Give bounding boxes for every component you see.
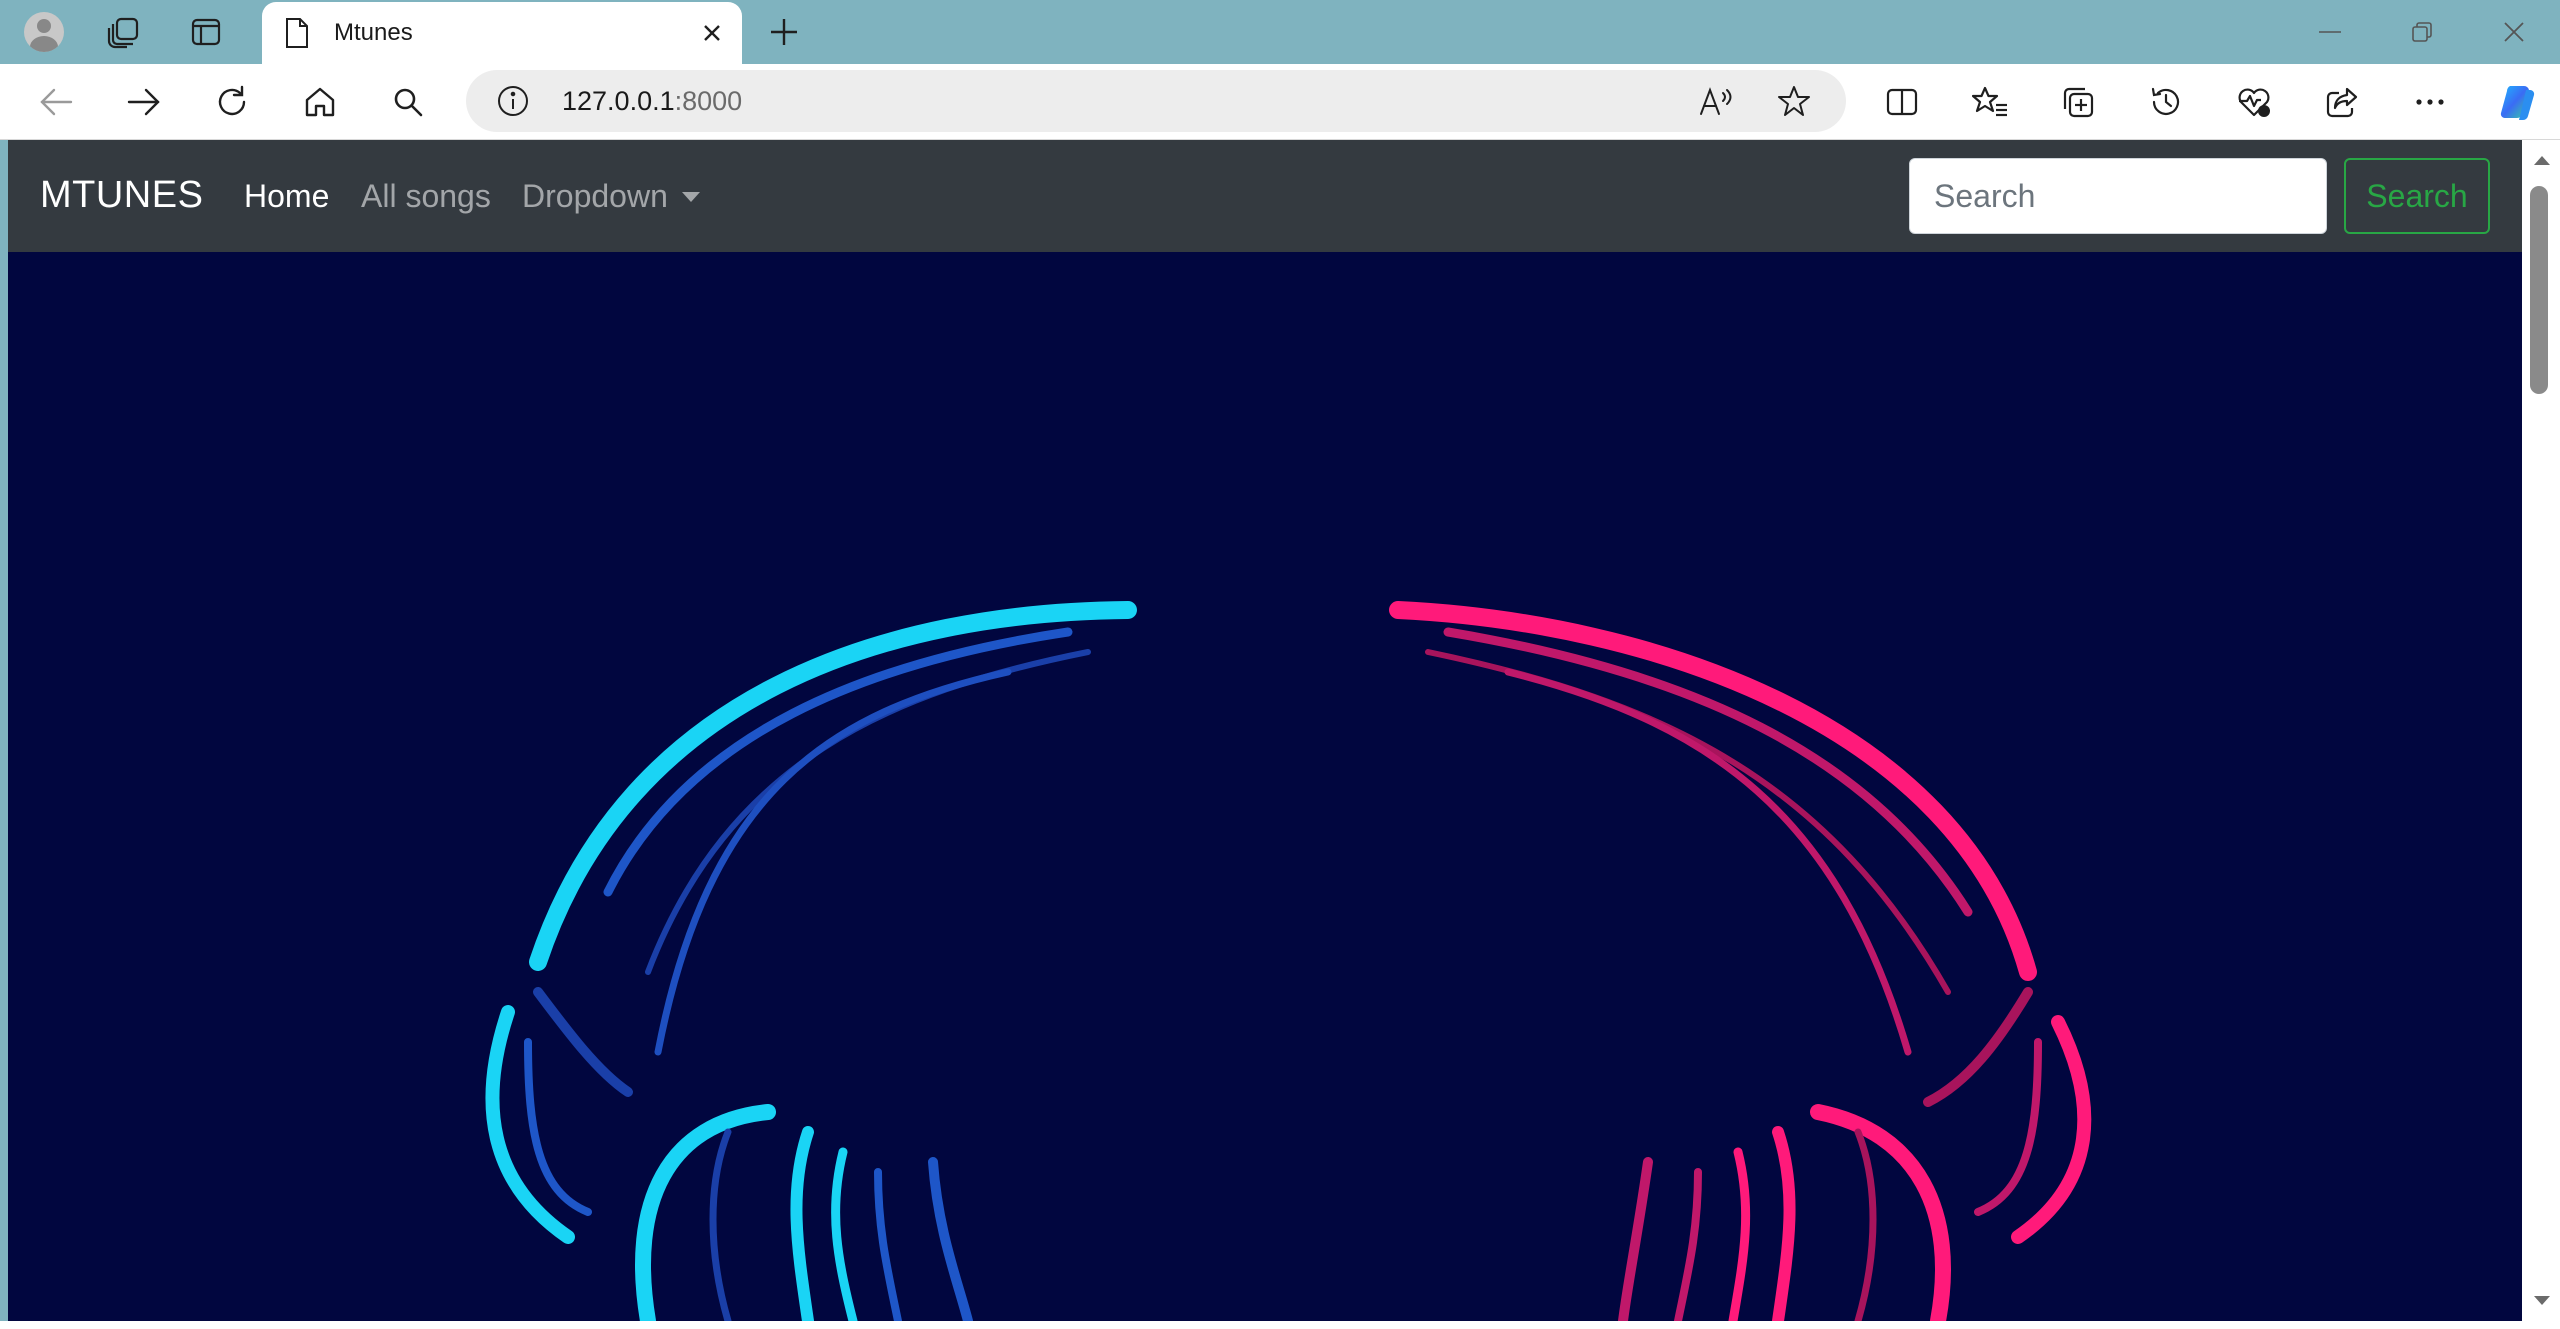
browser-toolbar: 127.0.0.1:8000 xyxy=(0,64,2560,140)
nav-link-home[interactable]: Home xyxy=(244,178,329,215)
search-icon xyxy=(394,88,423,117)
site-search-input[interactable] xyxy=(1909,158,2327,234)
share-button[interactable] xyxy=(2318,78,2366,126)
page-scrollbar[interactable] xyxy=(2522,140,2560,1329)
scroll-down-arrow-icon[interactable] xyxy=(2534,1296,2550,1305)
search-tool-button[interactable] xyxy=(384,78,432,126)
collections-button[interactable] xyxy=(2054,78,2102,126)
minimize-icon xyxy=(2319,31,2341,33)
heart-pulse-icon xyxy=(2238,88,2270,117)
copilot-button[interactable] xyxy=(2494,78,2542,126)
favorites-button[interactable] xyxy=(1966,78,2014,126)
read-aloud-icon xyxy=(1700,87,1732,115)
split-screen-button[interactable] xyxy=(1878,78,1926,126)
history-button[interactable] xyxy=(2142,78,2190,126)
add-favorite-button[interactable] xyxy=(1774,81,1814,121)
read-aloud-button[interactable] xyxy=(1696,82,1736,122)
more-button[interactable] xyxy=(2406,78,2454,126)
home-button[interactable] xyxy=(296,78,344,126)
performance-button[interactable] xyxy=(2230,78,2278,126)
browser-tab[interactable]: Mtunes xyxy=(262,2,742,64)
title-bar: Mtunes xyxy=(0,0,2560,64)
url-text[interactable]: 127.0.0.1:8000 xyxy=(562,86,742,117)
refresh-icon xyxy=(218,85,246,116)
tab-actions-icon xyxy=(191,18,221,46)
scroll-up-arrow-icon[interactable] xyxy=(2534,156,2550,165)
restore-icon xyxy=(2412,22,2432,42)
workspaces-button[interactable] xyxy=(100,8,148,56)
nav-dropdown-toggle[interactable]: Dropdown xyxy=(522,178,700,215)
history-icon xyxy=(2151,87,2180,115)
profile-avatar[interactable] xyxy=(20,8,68,56)
url-host: 127.0.0.1 xyxy=(562,86,675,116)
share-icon xyxy=(2326,87,2358,118)
minimize-button[interactable] xyxy=(2300,8,2360,56)
avatar-icon xyxy=(24,12,64,52)
info-icon[interactable] xyxy=(496,84,530,118)
home-icon xyxy=(305,87,335,117)
url-port: :8000 xyxy=(674,86,743,116)
document-icon xyxy=(286,18,308,48)
split-screen-icon xyxy=(1886,88,1918,116)
new-tab-button[interactable] xyxy=(760,8,808,56)
more-icon xyxy=(2416,99,2444,105)
headphones-icon xyxy=(485,601,2092,1321)
plus-icon xyxy=(771,19,797,45)
favorites-icon xyxy=(1972,86,2007,117)
brand-logo[interactable]: MTUNES xyxy=(40,174,203,217)
hero-banner xyxy=(8,252,2522,1321)
caret-down-icon xyxy=(681,191,700,202)
restore-button[interactable] xyxy=(2392,8,2452,56)
star-icon xyxy=(1778,86,1810,116)
close-window-button[interactable] xyxy=(2484,8,2544,56)
page-viewport: MTUNES Home All songs Dropdown Search xyxy=(8,140,2522,1321)
workspaces-icon xyxy=(107,17,139,49)
refresh-button[interactable] xyxy=(208,78,256,126)
back-arrow-icon xyxy=(40,88,73,116)
close-tab-button[interactable] xyxy=(692,13,732,53)
collections-icon xyxy=(2063,87,2094,118)
nav-dropdown-label: Dropdown xyxy=(522,178,668,214)
forward-button[interactable] xyxy=(120,78,168,126)
forward-arrow-icon xyxy=(127,88,160,116)
nav-link-all-songs[interactable]: All songs xyxy=(361,178,491,215)
back-button[interactable] xyxy=(32,78,80,126)
tab-title: Mtunes xyxy=(334,19,413,46)
close-window-icon xyxy=(2504,22,2524,42)
site-search-button[interactable]: Search xyxy=(2344,158,2490,234)
address-bar[interactable]: 127.0.0.1:8000 xyxy=(466,70,1846,132)
site-navbar: MTUNES Home All songs Dropdown Search xyxy=(8,140,2522,252)
tab-actions-button[interactable] xyxy=(182,8,230,56)
close-icon xyxy=(704,25,720,41)
scroll-thumb[interactable] xyxy=(2530,186,2548,394)
horizontal-scroll-strip xyxy=(0,1321,2522,1329)
copilot-icon xyxy=(2500,85,2535,121)
